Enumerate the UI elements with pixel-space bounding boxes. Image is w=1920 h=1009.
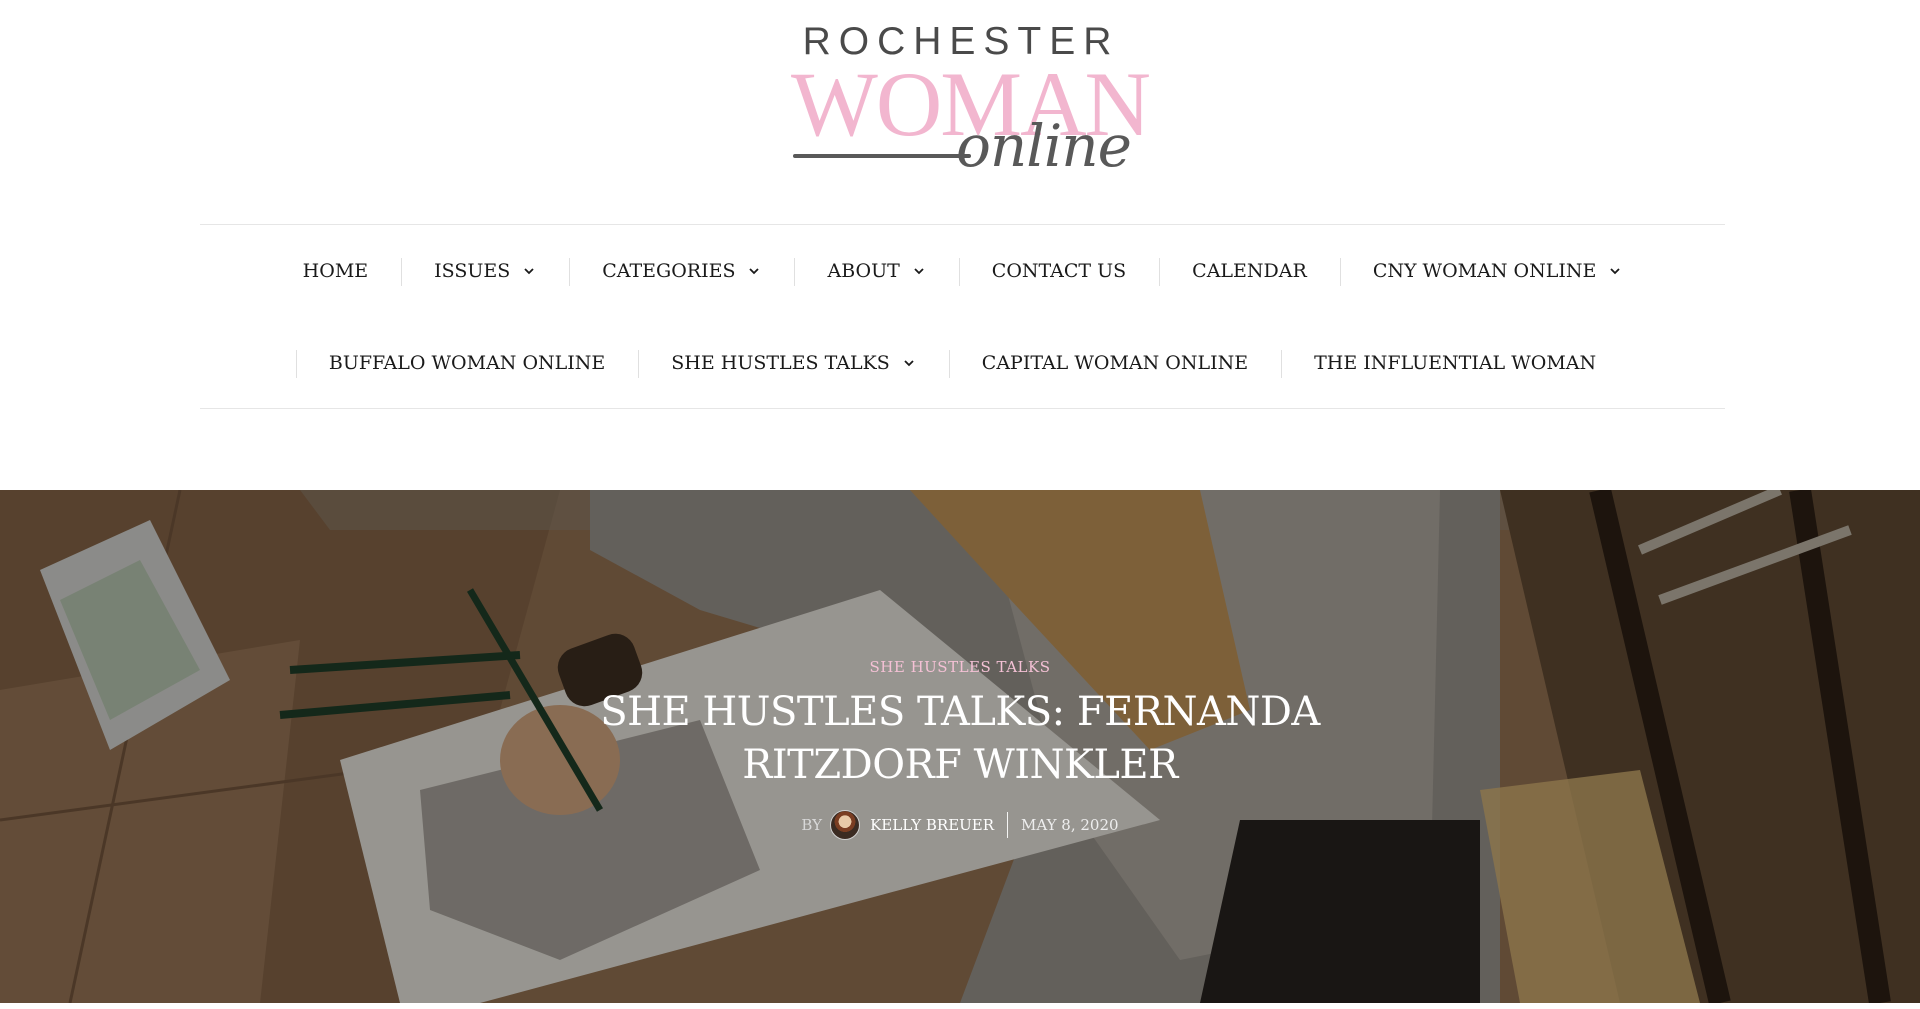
nav-item-label: SHE HUSTLES TALKS bbox=[671, 352, 890, 374]
post-title-link[interactable]: SHE HUSTLES TALKS: FERNANDA RITZDORF WIN… bbox=[560, 686, 1360, 792]
avatar[interactable] bbox=[830, 810, 861, 840]
nav-item-issues[interactable]: ISSUES bbox=[401, 256, 569, 286]
nav-item-the-influential-woman[interactable]: THE INFLUENTIAL WOMAN bbox=[1281, 348, 1629, 378]
nav-row-2: BUFFALO WOMAN ONLINE SHE HUSTLES TALKS C… bbox=[200, 348, 1725, 378]
meta-divider bbox=[1007, 812, 1009, 838]
post-meta: BY KELLY BREUER MAY 8, 2020 bbox=[560, 810, 1360, 840]
author-link[interactable]: KELLY BREUER bbox=[870, 816, 994, 834]
logo-text-online: online bbox=[955, 112, 1132, 180]
nav-item-buffalo-woman-online[interactable]: BUFFALO WOMAN ONLINE bbox=[295, 348, 638, 378]
nav-row-1: HOME ISSUES CATEGORIES ABOUT CONTACT US … bbox=[200, 256, 1725, 286]
chevron-down-icon bbox=[914, 268, 924, 275]
nav-item-label: CONTACT US bbox=[991, 260, 1127, 282]
featured-post-hero[interactable]: SHE HUSTLES TALKS SHE HUSTLES TALKS: FER… bbox=[0, 490, 1920, 1003]
post-date: MAY 8, 2020 bbox=[1021, 816, 1119, 834]
post-category-link[interactable]: SHE HUSTLES TALKS bbox=[560, 658, 1360, 676]
nav-item-capital-woman-online[interactable]: CAPITAL WOMAN ONLINE bbox=[948, 348, 1281, 378]
chevron-down-icon bbox=[749, 268, 760, 275]
main-navigation: HOME ISSUES CATEGORIES ABOUT CONTACT US … bbox=[200, 224, 1725, 409]
nav-item-label: CAPITAL WOMAN ONLINE bbox=[981, 352, 1249, 374]
nav-item-label: THE INFLUENTIAL WOMAN bbox=[1314, 352, 1597, 374]
nav-item-label: ISSUES bbox=[434, 260, 511, 282]
hero-content: SHE HUSTLES TALKS SHE HUSTLES TALKS: FER… bbox=[560, 658, 1360, 840]
chevron-down-icon bbox=[524, 268, 534, 275]
nav-item-label: BUFFALO WOMAN ONLINE bbox=[328, 352, 606, 374]
site-logo[interactable]: ROCHESTER WOMAN online bbox=[791, 20, 1151, 176]
nav-item-contact-us[interactable]: CONTACT US bbox=[958, 256, 1159, 286]
nav-item-about[interactable]: ABOUT bbox=[794, 256, 958, 286]
nav-item-label: HOME bbox=[302, 260, 369, 282]
nav-item-label: CATEGORIES bbox=[602, 260, 736, 282]
nav-item-label: CALENDAR bbox=[1192, 260, 1307, 282]
chevron-down-icon bbox=[904, 360, 914, 367]
nav-item-home[interactable]: HOME bbox=[270, 256, 401, 286]
nav-item-categories[interactable]: CATEGORIES bbox=[569, 256, 794, 286]
nav-item-label: CNY WOMAN ONLINE bbox=[1372, 260, 1597, 282]
nav-item-calendar[interactable]: CALENDAR bbox=[1159, 256, 1340, 286]
chevron-down-icon bbox=[1610, 268, 1620, 275]
byline-prefix: BY bbox=[801, 816, 823, 834]
post-title-line-1: SHE HUSTLES TALKS: FERNANDA bbox=[600, 689, 1320, 735]
nav-item-label: ABOUT bbox=[827, 260, 900, 282]
post-title-line-2: RITZDORF WINKLER bbox=[742, 742, 1178, 788]
nav-item-she-hustles-talks[interactable]: SHE HUSTLES TALKS bbox=[638, 348, 949, 378]
nav-item-cny-woman-online[interactable]: CNY WOMAN ONLINE bbox=[1339, 256, 1656, 286]
